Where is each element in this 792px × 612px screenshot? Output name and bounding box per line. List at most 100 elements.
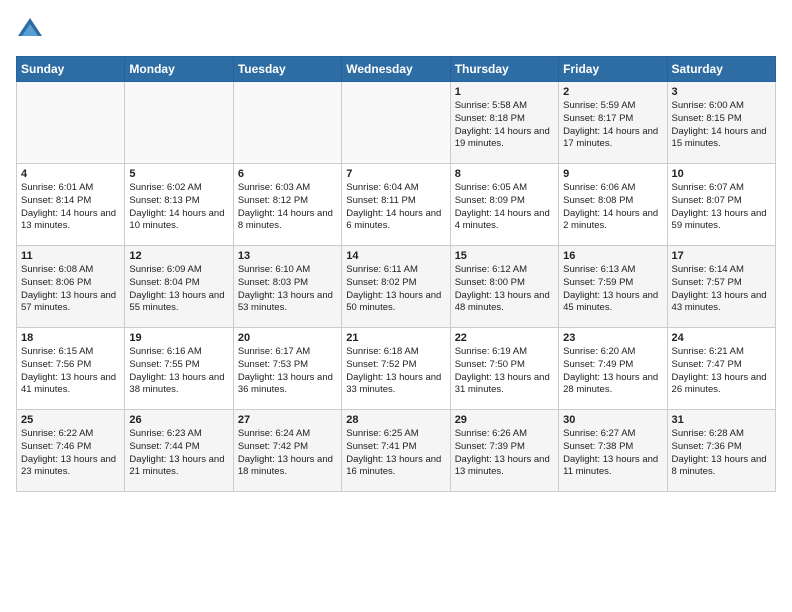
day-info: Sunrise: 6:21 AM Sunset: 7:47 PM Dayligh… — [672, 346, 771, 397]
day-number: 4 — [21, 168, 120, 180]
page-header — [16, 16, 776, 44]
day-info: Sunrise: 6:22 AM Sunset: 7:46 PM Dayligh… — [21, 428, 120, 479]
weekday-header-row: SundayMondayTuesdayWednesdayThursdayFrid… — [17, 57, 776, 82]
calendar-cell: 14Sunrise: 6:11 AM Sunset: 8:02 PM Dayli… — [342, 246, 450, 328]
day-number: 13 — [238, 250, 337, 262]
day-number: 20 — [238, 332, 337, 344]
day-info: Sunrise: 6:16 AM Sunset: 7:55 PM Dayligh… — [129, 346, 228, 397]
day-info: Sunrise: 6:05 AM Sunset: 8:09 PM Dayligh… — [455, 182, 554, 233]
day-number: 3 — [672, 86, 771, 98]
calendar-cell: 6 Sunrise: 6:03 AM Sunset: 8:12 PM Daylig… — [233, 164, 341, 246]
day-number: 6 — [238, 168, 337, 180]
day-number: 10 — [672, 168, 771, 180]
weekday-header-friday: Friday — [559, 57, 667, 82]
day-number: 8 — [455, 168, 554, 180]
day-number: 23 — [563, 332, 662, 344]
day-info: Sunrise: 6:11 AM Sunset: 8:02 PM Dayligh… — [346, 264, 445, 315]
calendar-cell: 21 Sunrise: 6:18 AM Sunset: 7:52 PM Dayli… — [342, 328, 450, 410]
calendar-cell: 25 Sunrise: 6:22 AM Sunset: 7:46 PM Dayli… — [17, 410, 125, 492]
calendar-cell: 9 Sunrise: 6:06 AM Sunset: 8:08 PM Daylig… — [559, 164, 667, 246]
calendar-cell: 5 Sunrise: 6:02 AM Sunset: 8:13 PM Daylig… — [125, 164, 233, 246]
day-info: Sunrise: 6:00 AM Sunset: 8:15 PM Dayligh… — [672, 100, 771, 151]
calendar-cell — [125, 82, 233, 164]
day-info: Sunrise: 6:18 AM Sunset: 7:52 PM Dayligh… — [346, 346, 445, 397]
calendar-cell — [233, 82, 341, 164]
day-info: Sunrise: 6:03 AM Sunset: 8:12 PM Dayligh… — [238, 182, 337, 233]
day-number: 31 — [672, 414, 771, 426]
day-number: 12 — [129, 250, 228, 262]
calendar-week-3: 11 Sunrise: 6:08 AM Sunset: 8:06 PM Dayli… — [17, 246, 776, 328]
day-number: 18 — [21, 332, 120, 344]
day-info: Sunrise: 6:01 AM Sunset: 8:14 PM Dayligh… — [21, 182, 120, 233]
calendar-cell: 13 Sunrise: 6:10 AM Sunset: 8:03 PM Dayli… — [233, 246, 341, 328]
calendar-cell: 2 Sunrise: 5:59 AM Sunset: 8:17 PM Daylig… — [559, 82, 667, 164]
day-info: Sunrise: 6:02 AM Sunset: 8:13 PM Dayligh… — [129, 182, 228, 233]
calendar-cell — [17, 82, 125, 164]
day-info: Sunrise: 6:15 AM Sunset: 7:56 PM Dayligh… — [21, 346, 120, 397]
calendar-cell: 17 Sunrise: 6:14 AM Sunset: 7:57 PM Dayli… — [667, 246, 775, 328]
calendar-week-5: 25 Sunrise: 6:22 AM Sunset: 7:46 PM Dayli… — [17, 410, 776, 492]
day-number: 5 — [129, 168, 228, 180]
calendar-cell: 18 Sunrise: 6:15 AM Sunset: 7:56 PM Dayli… — [17, 328, 125, 410]
calendar-cell: 16 Sunrise: 6:13 AM Sunset: 7:59 PM Dayli… — [559, 246, 667, 328]
day-number: 15 — [455, 250, 554, 262]
day-number: 7 — [346, 168, 445, 180]
day-number: 21 — [346, 332, 445, 344]
calendar-cell: 30 Sunrise: 6:27 AM Sunset: 7:38 PM Dayli… — [559, 410, 667, 492]
calendar-cell: 4 Sunrise: 6:01 AM Sunset: 8:14 PM Daylig… — [17, 164, 125, 246]
day-info: Sunrise: 6:07 AM Sunset: 8:07 PM Dayligh… — [672, 182, 771, 233]
calendar-cell: 7 Sunrise: 6:04 AM Sunset: 8:11 PM Daylig… — [342, 164, 450, 246]
calendar-cell: 20Sunrise: 6:17 AM Sunset: 7:53 PM Dayli… — [233, 328, 341, 410]
day-info: Sunrise: 6:23 AM Sunset: 7:44 PM Dayligh… — [129, 428, 228, 479]
calendar-cell: 11 Sunrise: 6:08 AM Sunset: 8:06 PM Dayli… — [17, 246, 125, 328]
day-number: 25 — [21, 414, 120, 426]
day-info: Sunrise: 6:13 AM Sunset: 7:59 PM Dayligh… — [563, 264, 662, 315]
calendar-table: SundayMondayTuesdayWednesdayThursdayFrid… — [16, 56, 776, 492]
day-number: 29 — [455, 414, 554, 426]
day-info: Sunrise: 6:19 AM Sunset: 7:50 PM Dayligh… — [455, 346, 554, 397]
day-info: Sunrise: 6:26 AM Sunset: 7:39 PM Dayligh… — [455, 428, 554, 479]
day-info: Sunrise: 6:04 AM Sunset: 8:11 PM Dayligh… — [346, 182, 445, 233]
weekday-header-thursday: Thursday — [450, 57, 558, 82]
calendar-cell: 31 Sunrise: 6:28 AM Sunset: 7:36 PM Dayli… — [667, 410, 775, 492]
calendar-cell: 28Sunrise: 6:25 AM Sunset: 7:41 PM Dayli… — [342, 410, 450, 492]
day-number: 24 — [672, 332, 771, 344]
day-number: 17 — [672, 250, 771, 262]
weekday-header-tuesday: Tuesday — [233, 57, 341, 82]
calendar-cell: 1 Sunrise: 5:58 AM Sunset: 8:18 PM Daylig… — [450, 82, 558, 164]
weekday-header-wednesday: Wednesday — [342, 57, 450, 82]
day-number: 2 — [563, 86, 662, 98]
calendar-week-4: 18 Sunrise: 6:15 AM Sunset: 7:56 PM Dayli… — [17, 328, 776, 410]
calendar-cell: 22 Sunrise: 6:19 AM Sunset: 7:50 PM Dayli… — [450, 328, 558, 410]
day-info: Sunrise: 6:28 AM Sunset: 7:36 PM Dayligh… — [672, 428, 771, 479]
day-info: Sunrise: 6:24 AM Sunset: 7:42 PM Dayligh… — [238, 428, 337, 479]
calendar-cell: 12 Sunrise: 6:09 AM Sunset: 8:04 PM Dayli… — [125, 246, 233, 328]
day-info: Sunrise: 6:14 AM Sunset: 7:57 PM Dayligh… — [672, 264, 771, 315]
day-info: Sunrise: 5:58 AM Sunset: 8:18 PM Dayligh… — [455, 100, 554, 151]
logo — [16, 16, 48, 44]
calendar-cell: 27Sunrise: 6:24 AM Sunset: 7:42 PM Dayli… — [233, 410, 341, 492]
day-number: 16 — [563, 250, 662, 262]
day-number: 22 — [455, 332, 554, 344]
calendar-cell: 19Sunrise: 6:16 AM Sunset: 7:55 PM Dayli… — [125, 328, 233, 410]
calendar-week-1: 1 Sunrise: 5:58 AM Sunset: 8:18 PM Daylig… — [17, 82, 776, 164]
day-info: Sunrise: 6:08 AM Sunset: 8:06 PM Dayligh… — [21, 264, 120, 315]
calendar-cell: 3 Sunrise: 6:00 AM Sunset: 8:15 PM Daylig… — [667, 82, 775, 164]
calendar-week-2: 4 Sunrise: 6:01 AM Sunset: 8:14 PM Daylig… — [17, 164, 776, 246]
calendar-cell: 15Sunrise: 6:12 AM Sunset: 8:00 PM Dayli… — [450, 246, 558, 328]
day-info: Sunrise: 6:10 AM Sunset: 8:03 PM Dayligh… — [238, 264, 337, 315]
day-info: Sunrise: 5:59 AM Sunset: 8:17 PM Dayligh… — [563, 100, 662, 151]
day-info: Sunrise: 6:06 AM Sunset: 8:08 PM Dayligh… — [563, 182, 662, 233]
calendar-cell: 10 Sunrise: 6:07 AM Sunset: 8:07 PM Dayli… — [667, 164, 775, 246]
calendar-cell: 23Sunrise: 6:20 AM Sunset: 7:49 PM Dayli… — [559, 328, 667, 410]
day-number: 30 — [563, 414, 662, 426]
day-number: 26 — [129, 414, 228, 426]
day-info: Sunrise: 6:09 AM Sunset: 8:04 PM Dayligh… — [129, 264, 228, 315]
calendar-cell: 24 Sunrise: 6:21 AM Sunset: 7:47 PM Dayli… — [667, 328, 775, 410]
logo-icon — [16, 16, 44, 44]
day-number: 1 — [455, 86, 554, 98]
day-number: 11 — [21, 250, 120, 262]
day-number: 9 — [563, 168, 662, 180]
day-info: Sunrise: 6:27 AM Sunset: 7:38 PM Dayligh… — [563, 428, 662, 479]
day-info: Sunrise: 6:25 AM Sunset: 7:41 PM Dayligh… — [346, 428, 445, 479]
